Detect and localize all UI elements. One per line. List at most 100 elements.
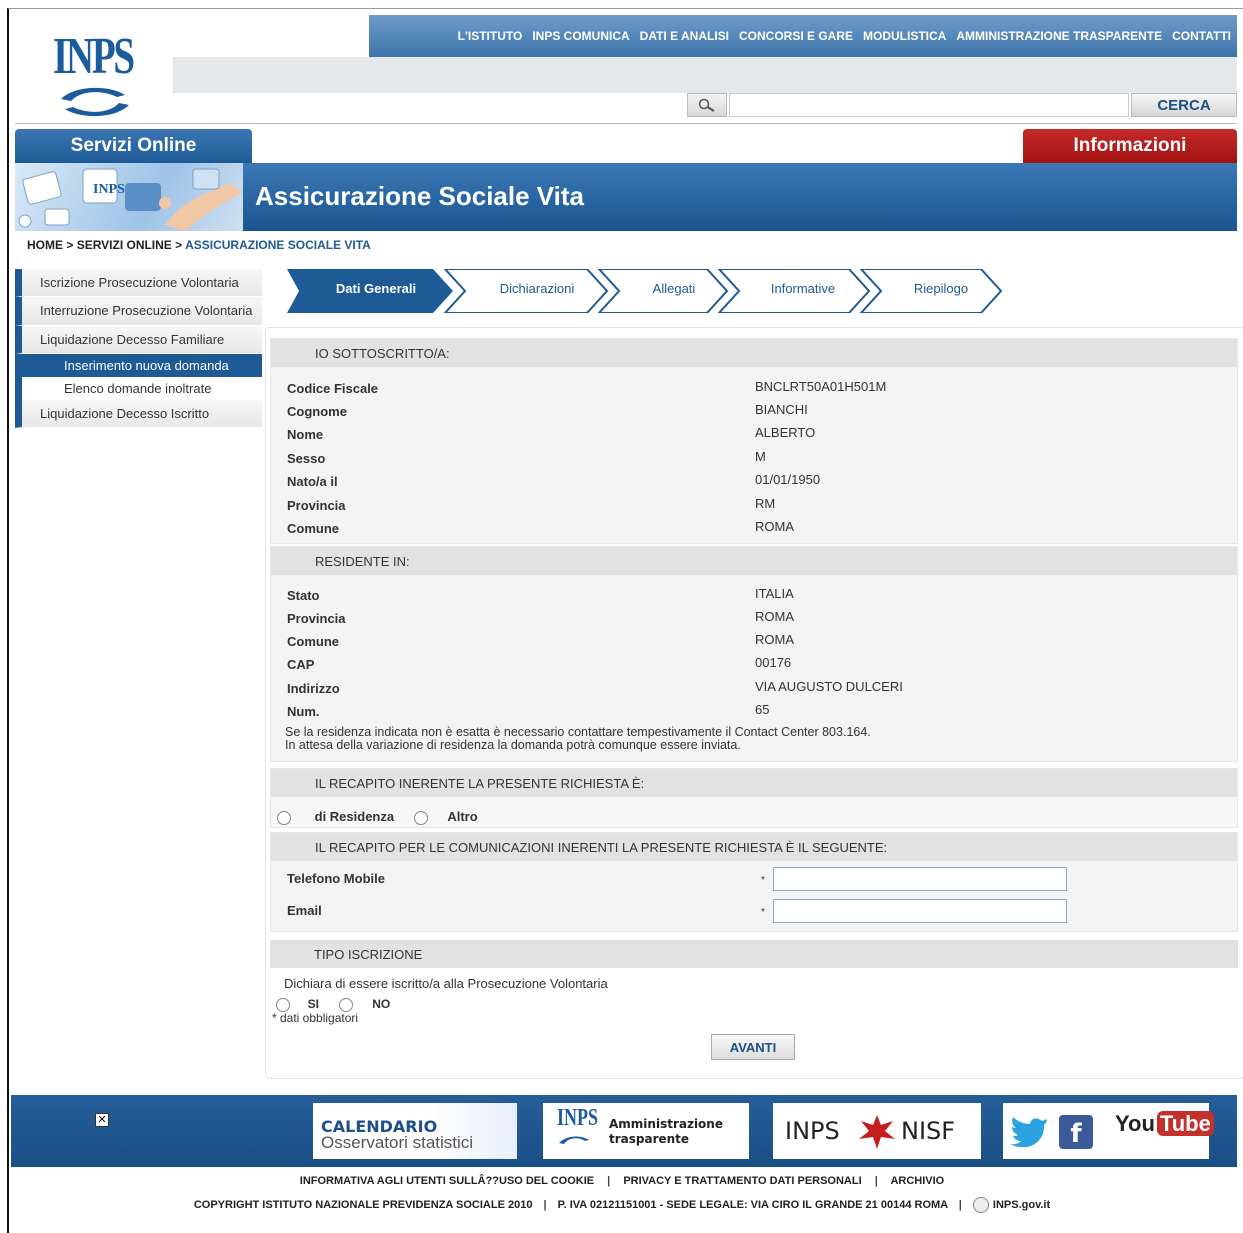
sidebar-item-iscrizione[interactable]: Iscrizione Prosecuzione Volontaria bbox=[15, 269, 262, 297]
label-comune-nascita: Comune bbox=[287, 521, 339, 536]
sidebar-item-interruzione[interactable]: Interruzione Prosecuzione Volontaria bbox=[15, 297, 262, 326]
topnav-modulistica[interactable]: MODULISTICA bbox=[863, 29, 946, 43]
step-dichiarazioni[interactable]: Dichiarazioni bbox=[467, 281, 607, 296]
avanti-button[interactable]: AVANTI bbox=[711, 1034, 795, 1060]
facebook-icon[interactable]: f bbox=[1059, 1115, 1093, 1149]
footer-separator: | bbox=[543, 1198, 547, 1211]
required-marker: * bbox=[761, 875, 765, 886]
required-fields-note: * dati obbligatori bbox=[272, 1011, 359, 1025]
sidebar-subitem-elenco[interactable]: Elenco domande inoltrate bbox=[15, 377, 262, 400]
value-indirizzo: VIA AUGUSTO DULCERI bbox=[755, 679, 903, 694]
radio-no[interactable] bbox=[338, 997, 353, 1012]
amm-title-1: Amministrazione bbox=[609, 1117, 723, 1131]
section-heading: IL RECAPITO INERENTE LA PRESENTE RICHIES… bbox=[271, 769, 1237, 797]
label-telefono-mobile: Telefono Mobile bbox=[287, 871, 385, 886]
value-stato: ITALIA bbox=[755, 586, 794, 601]
value-provincia-nascita: RM bbox=[755, 496, 776, 511]
nisf-text-1: INPS bbox=[785, 1117, 840, 1145]
value-cognome: BIANCHI bbox=[755, 402, 808, 417]
label-email: Email bbox=[287, 903, 322, 918]
link-cookie[interactable]: INFORMATIVA AGLI UTENTI SULLÂ??USO DEL C… bbox=[300, 1175, 594, 1187]
value-cap: 00176 bbox=[755, 655, 792, 670]
radio-si[interactable] bbox=[276, 997, 290, 1012]
residence-note-1: Se la residenza indicata non è esatta è … bbox=[285, 725, 871, 739]
value-comune-residenza: ROMA bbox=[755, 632, 794, 647]
footer-copyright: COPYRIGHT ISTITUTO NAZIONALE PREVIDENZA … bbox=[9, 1197, 1235, 1213]
calendario-subtitle: Osservatori statistici bbox=[321, 1133, 474, 1152]
label-provincia-nascita: Provincia bbox=[287, 498, 346, 513]
breadcrumb-home[interactable]: HOME bbox=[27, 238, 63, 252]
logo-swirl-icon bbox=[61, 87, 129, 117]
tab-servizi-online[interactable]: Servizi Online bbox=[15, 129, 252, 163]
phone-input[interactable] bbox=[773, 867, 1067, 891]
logo-swirl-icon bbox=[559, 1136, 589, 1144]
topnav-dati-analisi[interactable]: DATI E ANALISI bbox=[640, 29, 729, 43]
search-input[interactable] bbox=[729, 93, 1129, 117]
youtube-text-1: You bbox=[1115, 1111, 1155, 1136]
sidebar-item-liquidazione-iscritto[interactable]: Liquidazione Decesso Iscritto bbox=[15, 400, 262, 428]
amm-logo: INPS bbox=[557, 1105, 599, 1131]
browser-page: INPS L'ISTITUTO INPS COMUNICA DATI E ANA… bbox=[7, 8, 1243, 1233]
label-indirizzo: Indirizzo bbox=[287, 681, 340, 696]
inps-logo[interactable]: INPS bbox=[15, 15, 173, 123]
panel-tipo-iscrizione: TIPO ISCRIZIONE Dichiara di essere iscri… bbox=[270, 940, 1238, 1025]
section-heading: IO SOTTOSCRITTO/A: bbox=[271, 339, 1237, 367]
inps-nisf-link[interactable]: INPS NISF bbox=[773, 1103, 981, 1159]
email-input[interactable] bbox=[773, 899, 1067, 923]
link-archivio[interactable]: ARCHIVIO bbox=[890, 1175, 944, 1187]
label-sesso: Sesso bbox=[287, 451, 326, 466]
step-informative[interactable]: Informative bbox=[741, 281, 865, 296]
tipo-options: SI NO bbox=[276, 996, 390, 1012]
tab-informazioni[interactable]: Informazioni bbox=[1023, 129, 1237, 163]
youtube-text-2: Tube bbox=[1156, 1111, 1214, 1136]
topnav-inps-comunica[interactable]: INPS COMUNICA bbox=[532, 29, 629, 43]
search-icon bbox=[698, 98, 715, 112]
step-allegati[interactable]: Allegati bbox=[621, 281, 727, 296]
panel-comunicazioni: IL RECAPITO PER LE COMUNICAZIONI INERENT… bbox=[270, 832, 1238, 932]
topnav-istituto[interactable]: L'ISTITUTO bbox=[458, 29, 523, 43]
youtube-icon[interactable]: You Tube bbox=[1115, 1111, 1214, 1137]
topnav-contatti[interactable]: CONTATTI bbox=[1172, 29, 1231, 43]
label-comune-residenza: Comune bbox=[287, 634, 339, 649]
link-privacy[interactable]: PRIVACY E TRATTAMENTO DATI PERSONALI bbox=[623, 1175, 861, 1187]
label-nato-il: Nato/a il bbox=[287, 474, 338, 489]
label-nome: Nome bbox=[287, 427, 324, 442]
step-dati-generali[interactable]: Dati Generali bbox=[311, 281, 441, 296]
label-num: Num. bbox=[287, 704, 320, 719]
search-icon-button[interactable] bbox=[687, 93, 727, 117]
close-icon[interactable]: ✕ bbox=[95, 1113, 109, 1127]
footer-banner: ✕ CALENDARIO Osservatori statistici INPS… bbox=[11, 1095, 1237, 1167]
gov-link[interactable]: INPS.gov.it bbox=[993, 1199, 1050, 1211]
calendario-link[interactable]: CALENDARIO Osservatori statistici bbox=[313, 1103, 517, 1159]
page-banner: INPS Assicurazione Sociale Vita bbox=[15, 163, 1237, 231]
amministrazione-trasparente-link[interactable]: INPS Amministrazione trasparente bbox=[543, 1103, 749, 1159]
form-content: IO SOTTOSCRITTO/A: Codice Fiscale BNCLRT… bbox=[265, 327, 1243, 1079]
panel-residente: RESIDENTE IN: Stato ITALIA Provincia ROM… bbox=[270, 546, 1238, 762]
footer-separator: | bbox=[958, 1198, 962, 1211]
value-provincia-residenza: ROMA bbox=[755, 609, 794, 624]
sidebar-item-liquidazione-familiare[interactable]: Liquidazione Decesso Familiare bbox=[15, 326, 262, 354]
radio-altro[interactable] bbox=[413, 810, 428, 825]
sidebar: Iscrizione Prosecuzione Volontaria Inter… bbox=[15, 269, 262, 428]
search-button[interactable]: CERCA bbox=[1131, 93, 1237, 117]
nisf-text-2: NISF bbox=[901, 1117, 956, 1145]
panel-sottoscritto: IO SOTTOSCRITTO/A: Codice Fiscale BNCLRT… bbox=[270, 338, 1238, 544]
value-nato-il: 01/01/1950 bbox=[755, 472, 821, 487]
breadcrumb-separator: > bbox=[63, 238, 77, 252]
footer-separator: | bbox=[607, 1175, 611, 1187]
breadcrumb-servizi[interactable]: SERVIZI ONLINE bbox=[77, 238, 172, 252]
topnav-amministrazione-trasparente[interactable]: AMMINISTRAZIONE TRASPARENTE bbox=[956, 29, 1162, 43]
value-num: 65 bbox=[755, 702, 770, 717]
label-provincia-residenza: Provincia bbox=[287, 611, 346, 626]
label-no: NO bbox=[372, 997, 391, 1011]
topnav-concorsi-gare[interactable]: CONCORSI E GARE bbox=[739, 29, 853, 43]
sidebar-subitem-inserimento[interactable]: Inserimento nuova domanda bbox=[15, 354, 262, 377]
social-links: f You Tube bbox=[1003, 1103, 1214, 1159]
tipo-question: Dichiara di essere iscritto/a alla Prose… bbox=[284, 976, 608, 991]
twitter-icon[interactable] bbox=[1009, 1115, 1049, 1147]
label-cognome: Cognome bbox=[287, 404, 347, 419]
breadcrumb: HOME > SERVIZI ONLINE > ASSICURAZIONE SO… bbox=[27, 238, 371, 252]
step-riepilogo[interactable]: Riepilogo bbox=[883, 281, 999, 296]
section-heading: IL RECAPITO PER LE COMUNICAZIONI INERENT… bbox=[271, 833, 1237, 861]
radio-di-residenza[interactable] bbox=[277, 810, 291, 825]
